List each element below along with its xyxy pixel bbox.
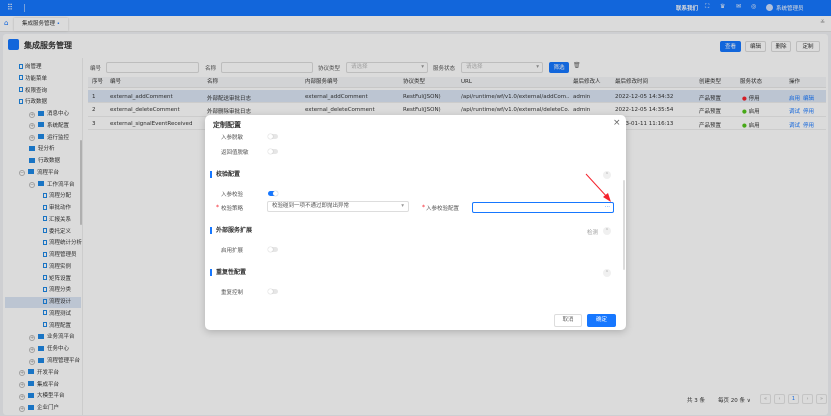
required-mark: * xyxy=(216,204,219,211)
validate-in-label: 入参校验 xyxy=(221,192,244,198)
red-arrow-annotation xyxy=(585,173,611,202)
mask-in-label: 入参脱敏 xyxy=(221,135,244,141)
ext-section-title: 外部服务扩展 xyxy=(210,227,252,234)
arrow-line xyxy=(585,173,609,199)
modal-title: 定制配置 xyxy=(213,121,241,129)
confirm-button[interactable]: 确定 xyxy=(587,314,616,327)
modal-scrollbar[interactable] xyxy=(623,180,625,270)
ext-enable-toggle[interactable] xyxy=(268,247,278,252)
strategy-select[interactable]: 校验碰到一项不通过即抛出异常 ▾ xyxy=(267,201,409,212)
ext-check-link[interactable]: 检测 xyxy=(587,228,598,236)
repeat-ctrl-toggle[interactable] xyxy=(268,289,278,294)
mask-in-toggle[interactable] xyxy=(268,134,278,139)
repeat-ctrl-label: 重复控制 xyxy=(221,290,244,296)
mask-out-toggle[interactable] xyxy=(268,149,278,154)
collapse-icon[interactable]: ⌃ xyxy=(603,269,611,277)
validate-section-title: 校验配置 xyxy=(210,171,240,178)
close-icon[interactable]: × xyxy=(613,118,621,128)
collapse-icon[interactable]: ⌃ xyxy=(603,227,611,235)
strategy-value: 校验碰到一项不通过即抛出异常 xyxy=(272,203,350,209)
repeat-section-title: 重复性配置 xyxy=(210,269,246,276)
strategy-label: 校验策略 xyxy=(221,206,244,212)
customize-config-modal: 定制配置 × 入参脱敏 返回值脱敏 校验配置 ⌃ 入参校验 * 校验策略 校验碰… xyxy=(205,115,626,330)
config-label: 入参校验配置 xyxy=(426,206,460,212)
ext-enable-label: 启用扩展 xyxy=(221,248,244,254)
cancel-button[interactable]: 取消 xyxy=(554,314,582,327)
validate-in-toggle[interactable] xyxy=(268,191,278,196)
mask-out-label: 返回值脱敏 xyxy=(221,150,249,156)
required-mark: * xyxy=(422,204,425,211)
